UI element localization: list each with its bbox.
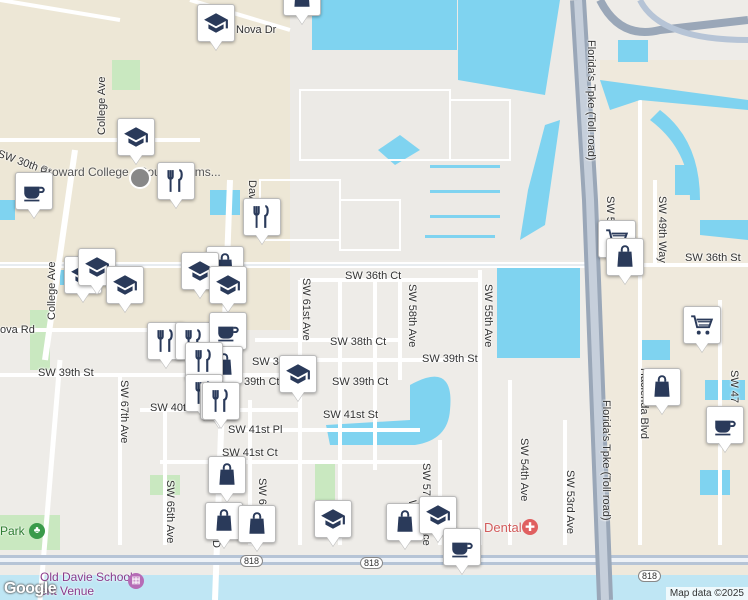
lake: [458, 0, 560, 95]
street-label-sw-53rd-ave: SW 53rd Ave: [564, 470, 576, 534]
shopping-pin[interactable]: [606, 238, 644, 276]
lake: [312, 0, 457, 50]
place-label-park[interactable]: Park: [0, 524, 25, 538]
school-icon: [215, 272, 241, 298]
shopping-icon: [214, 462, 240, 488]
street-label-sw-55th-ave: SW 55th Ave: [482, 284, 494, 348]
restaurant-icon: [191, 348, 217, 374]
cafe-pin[interactable]: [15, 172, 53, 210]
park-marker-icon[interactable]: ♣: [29, 523, 45, 539]
street-label-sw-38th-ct: SW 38th Ct: [330, 336, 387, 348]
shopping-icon: [211, 508, 237, 534]
street-label-sw-39th-st-west: SW 39th St: [38, 367, 94, 379]
map-view[interactable]: Nova Dr College Ave SW 30th St Davie Rd …: [0, 0, 748, 600]
shopping-icon: [392, 509, 418, 535]
street-label-college-ave-south: College Ave: [46, 261, 58, 320]
street-label-sw-54th-ave: SW 54th Ave: [518, 438, 530, 502]
cafe-icon: [215, 318, 241, 344]
google-logo: Google: [4, 580, 57, 597]
dental-marker-icon[interactable]: ✚: [522, 519, 538, 535]
school-pin[interactable]: [209, 266, 247, 304]
shopping-pin[interactable]: [208, 456, 246, 494]
cart-pin[interactable]: [683, 306, 721, 344]
street-label-39th-ct: 39th Ct: [244, 376, 280, 388]
route-818-shield: 818: [638, 570, 662, 582]
shopping-icon: [649, 374, 675, 400]
street-label-sw-67th-ave: SW 67th Ave: [118, 380, 130, 444]
school-icon: [320, 506, 346, 532]
venue-marker-icon[interactable]: ▦: [128, 573, 144, 589]
shopping-pin[interactable]: [283, 0, 321, 16]
restaurant-icon: [249, 204, 275, 230]
cafe-pin[interactable]: [443, 528, 481, 566]
cafe-icon: [712, 412, 738, 438]
street-label-college-ave: College Ave: [96, 76, 108, 135]
restaurant-icon: [163, 168, 189, 194]
green-area: [112, 60, 140, 90]
school-pin[interactable]: [117, 118, 155, 156]
street-label-sw-58th-ave: SW 58th Ave: [406, 284, 418, 348]
route-818-shield: 818: [240, 555, 264, 567]
school-pin[interactable]: [197, 4, 235, 42]
street-label-sw-61st-ave: SW 61st Ave: [300, 278, 312, 341]
green-area: [315, 460, 335, 500]
restaurant-pin[interactable]: [202, 382, 240, 420]
school-icon: [285, 361, 311, 387]
street-label-sw-39th-ct: SW 39th Ct: [332, 376, 389, 388]
cafe-icon: [21, 178, 47, 204]
school-pin[interactable]: [279, 355, 317, 393]
street-label-nova-dr: Nova Dr: [236, 24, 277, 36]
street-label-nova-rd: ova Rd: [0, 324, 35, 336]
school-icon: [112, 272, 138, 298]
street-label-sw-39th-st-east: SW 39th St: [422, 353, 478, 365]
cart-icon: [689, 312, 715, 338]
street-label-sw-36th-ct: SW 36th Ct: [345, 270, 402, 282]
place-label-dental[interactable]: Dental: [484, 520, 522, 535]
street-label-sw-65th-ave: SW 65th Ave: [164, 480, 176, 544]
school-icon: [425, 502, 451, 528]
street-label-sw-41st-pl: SW 41st Pl: [228, 424, 283, 436]
highway-label-turnpike-north: Florida's Tpke (Toll road): [585, 40, 597, 161]
shopping-pin[interactable]: [238, 505, 276, 543]
shopping-icon: [289, 0, 315, 10]
highway-label-turnpike-south: Florida's Tpke (Toll road): [600, 400, 612, 521]
street-label-sw-41st-st: SW 41st St: [323, 409, 379, 421]
street-label-sw-47: SW 47: [728, 370, 740, 404]
school-icon: [123, 124, 149, 150]
street-label-sw-57: SW 57: [420, 463, 432, 497]
shopping-icon: [244, 511, 270, 537]
restaurant-pin[interactable]: [243, 198, 281, 236]
route-818-shield: 818: [360, 557, 384, 569]
school-pin[interactable]: [314, 500, 352, 538]
school-pin[interactable]: [106, 266, 144, 304]
restaurant-icon: [208, 388, 234, 414]
shopping-icon: [612, 244, 638, 270]
school-icon: [203, 10, 229, 36]
shopping-pin[interactable]: [643, 368, 681, 406]
cafe-pin[interactable]: [706, 406, 744, 444]
lake: [497, 268, 580, 358]
map-attribution[interactable]: Map data ©2025: [665, 587, 748, 600]
street-label-sw-36th-st: SW 36th St: [685, 252, 741, 264]
restaurant-pin[interactable]: [157, 162, 195, 200]
cafe-icon: [449, 534, 475, 560]
college-marker-icon[interactable]: [129, 167, 151, 189]
street-label-sw-6: SW 6: [256, 478, 268, 505]
street-label-sw-49th-way: SW 49th Way: [656, 196, 668, 263]
street-label-sw-5: SW 5: [604, 196, 616, 223]
